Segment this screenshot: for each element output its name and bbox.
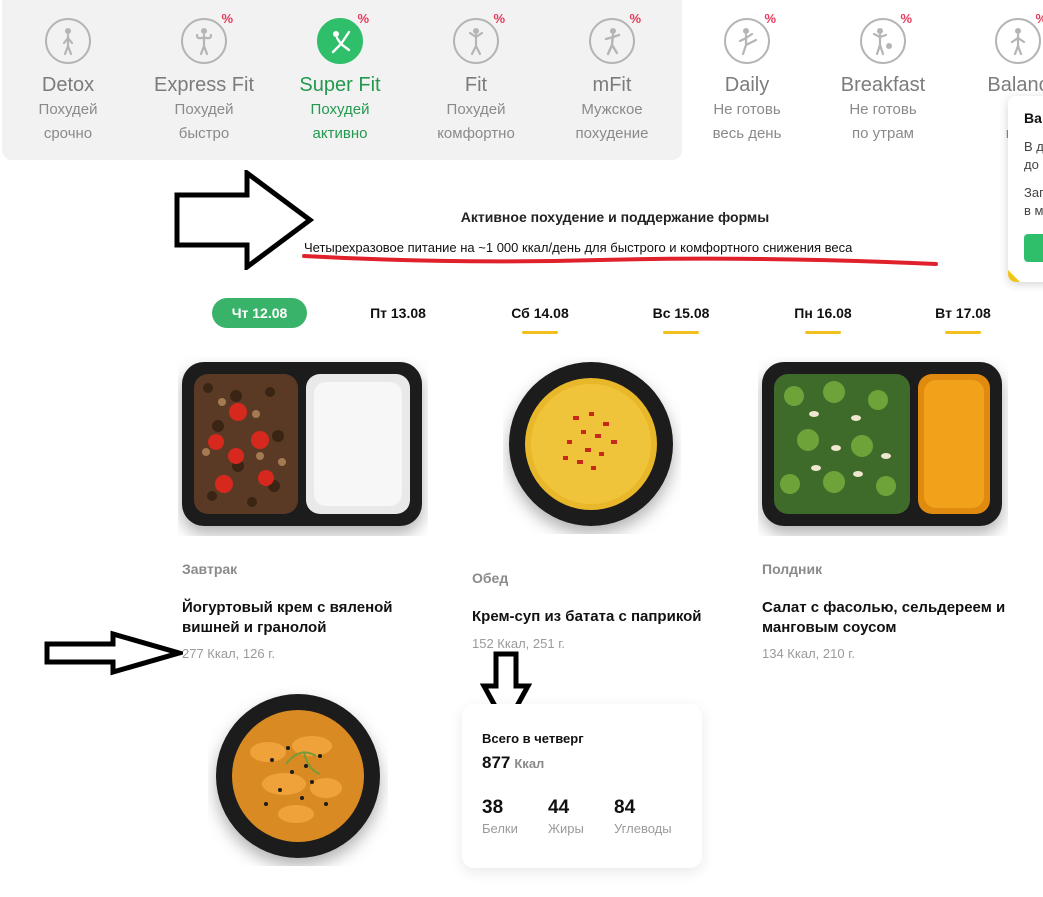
day-tab[interactable]: Пн 16.08 (777, 298, 869, 334)
kick-figure-icon: % (724, 12, 776, 64)
meal-kcal: 277 Ккал, 126 г. (182, 646, 275, 661)
plan-sub: весь день (712, 125, 782, 142)
meal-name[interactable]: Салат с фасолью, сельдереем и манговым со… (762, 598, 1005, 638)
plan-sub: срочно (43, 125, 93, 142)
plan-sub: Мужское (581, 101, 643, 118)
dinner-dish-image[interactable] (208, 686, 388, 866)
balance-figure-icon: % (995, 12, 1043, 64)
macro-carbs: 84 Углеводы (614, 797, 672, 836)
macro-proteins: 38 Белки (482, 797, 518, 836)
sun-figure-icon: % (860, 12, 912, 64)
macro-fats: 44 Жиры (548, 797, 584, 836)
discount-badge: % (900, 11, 912, 26)
day-tab[interactable]: Пт 13.08 (352, 298, 444, 328)
discount-badge: % (221, 11, 233, 26)
annotation-arrow-right-icon (174, 170, 314, 270)
snack-dish-image[interactable] (758, 356, 1008, 536)
annotation-arrow-right-icon (44, 630, 183, 676)
discount-badge: % (357, 11, 369, 26)
plan-sub: Не готовь (713, 101, 781, 118)
plan-tab-daily[interactable]: % Daily Не готовь весь день (680, 0, 814, 145)
day-underline (945, 331, 981, 334)
plan-name: Super Fit (299, 74, 381, 96)
meal-kcal: 134 Ккал, 210 г. (762, 646, 855, 661)
discount-badge: % (1035, 12, 1043, 25)
plan-name: Balanc (987, 74, 1043, 96)
breakfast-dish-image[interactable] (178, 356, 428, 536)
plan-sub: Похудей (38, 101, 98, 118)
plan-tab-breakfast[interactable]: % Breakfast Не готовь по утрам (816, 0, 950, 145)
plan-name: Daily (724, 74, 770, 96)
muscle-figure-icon: % (181, 12, 233, 64)
fit-figure-icon: % (453, 12, 505, 64)
plan-sub: комфортно (437, 125, 515, 142)
day-underline (663, 331, 699, 334)
day-underline (522, 331, 558, 334)
plan-tab-fit[interactable]: % Fit Похудей комфортно (409, 0, 543, 145)
plan-sub: активно (312, 125, 368, 142)
day-tab[interactable]: Чт 12.08 (212, 298, 307, 328)
meal-name[interactable]: Йогуртовый крем с вяленой вишней и гранол… (182, 598, 393, 638)
day-tab[interactable]: Сб 14.08 (494, 298, 586, 334)
popup-corner (1008, 270, 1020, 282)
day-summary-card: Всего в четверг 877 Ккал 38 Белки 44 Жиры… (462, 704, 702, 868)
plan-sub: Похудей (310, 101, 370, 118)
plan-sub: Похудей (446, 101, 506, 118)
plan-sub: Похудей (174, 101, 234, 118)
day-tab[interactable]: Вс 15.08 (635, 298, 727, 334)
meal-type: Полдник (762, 561, 823, 577)
day-tab[interactable]: Вт 17.08 (917, 298, 1009, 334)
summary-kcal: 877 Ккал (482, 753, 545, 772)
plan-tab-mfit[interactable]: % mFit Мужское похудение (545, 0, 679, 145)
plan-sub: похудение (575, 125, 649, 142)
meal-type: Обед (472, 570, 509, 586)
plan-sub: по утрам (852, 125, 914, 142)
standing-figure-icon (45, 18, 91, 64)
summary-title: Всего в четверг (482, 731, 584, 746)
meal-kcal: 152 Ккал, 251 г. (472, 636, 565, 651)
plan-name: mFit (592, 74, 632, 96)
plan-name: Express Fit (153, 74, 255, 96)
popup-text: Зап в м (1024, 185, 1043, 218)
discount-badge: % (629, 11, 641, 26)
popup-title: Ва (1024, 110, 1042, 126)
plan-sub: Не готовь (849, 101, 917, 118)
plan-name: Fit (464, 74, 488, 96)
plan-name: Detox (41, 74, 95, 96)
plan-tab-super-fit[interactable]: % Super Fit Похудей активно (273, 0, 407, 145)
meal-type: Завтрак (182, 561, 238, 577)
popup-text: В д до (1024, 139, 1043, 172)
plan-sub: быстро (178, 125, 230, 142)
plan-description-title: Активное похудение и поддержание формы (460, 209, 770, 225)
discount-badge: % (764, 11, 776, 26)
plan-name: Breakfast (840, 74, 926, 96)
lunch-dish-image[interactable] (503, 356, 681, 534)
plan-tabs: Detox Похудей срочно % Express Fit Похуд… (0, 0, 1043, 160)
plan-tab-express-fit[interactable]: % Express Fit Похудей быстро (137, 0, 271, 145)
plan-tab-detox[interactable]: Detox Похудей срочно (1, 0, 135, 145)
day-underline (805, 331, 841, 334)
male-figure-icon: % (589, 12, 641, 64)
side-popup: Ва В д до Зап в м (1008, 96, 1043, 282)
meal-name[interactable]: Крем-суп из батата с паприкой (472, 607, 702, 627)
annotation-underline (302, 254, 938, 266)
popup-button[interactable] (1024, 234, 1043, 262)
yoga-figure-icon: % (317, 12, 369, 64)
discount-badge: % (493, 11, 505, 26)
